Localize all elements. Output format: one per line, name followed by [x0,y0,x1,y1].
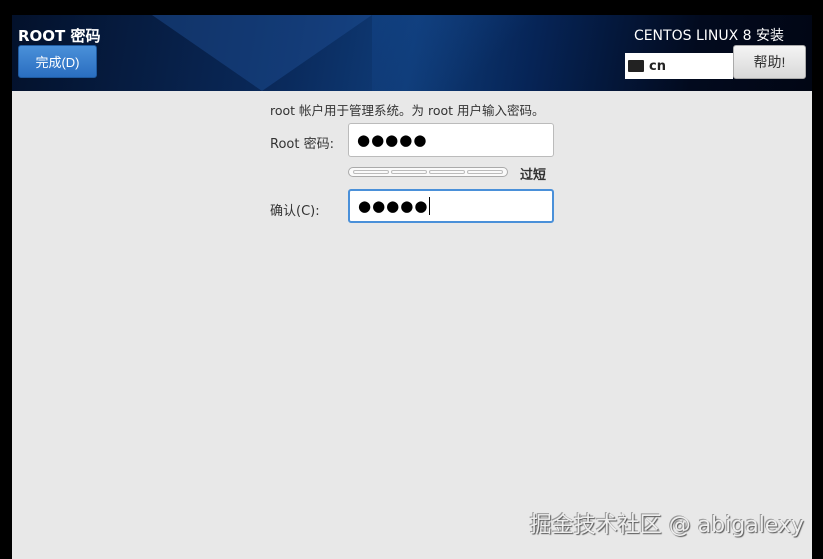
text-caret [429,197,431,215]
help-button[interactable]: 帮助! [733,45,806,79]
password-strength-label: 过短 [520,168,547,183]
description-text: root 帐户用于管理系统。为 root 用户输入密码。 [270,103,545,118]
done-button[interactable]: 完成(D) [18,45,97,78]
confirm-password-value: ●●●●● [358,197,429,215]
root-password-input[interactable]: ●●●●● [348,123,554,157]
content-area: root 帐户用于管理系统。为 root 用户输入密码。 Root 密码: ●●… [12,91,812,559]
confirm-password-input[interactable]: ●●●●● [348,189,554,223]
background-shape [152,15,372,91]
product-title: CENTOS LINUX 8 安装 [633,28,784,44]
page-title: ROOT 密码 [18,27,101,45]
watermark: 掘金技术社区 @ abigalexy [529,513,804,538]
header-bar: ROOT 密码 完成(D) CENTOS LINUX 8 安装 cn 帮助! [12,15,812,91]
root-password-label: Root 密码: [270,137,334,152]
confirm-password-label: 确认(C): [270,204,320,219]
keyboard-layout-label: cn [649,58,666,74]
password-strength-meter [348,167,508,177]
background-shape [372,15,572,91]
root-password-value: ●●●●● [357,131,428,149]
keyboard-icon [628,60,644,72]
keyboard-layout-indicator[interactable]: cn [625,53,733,79]
